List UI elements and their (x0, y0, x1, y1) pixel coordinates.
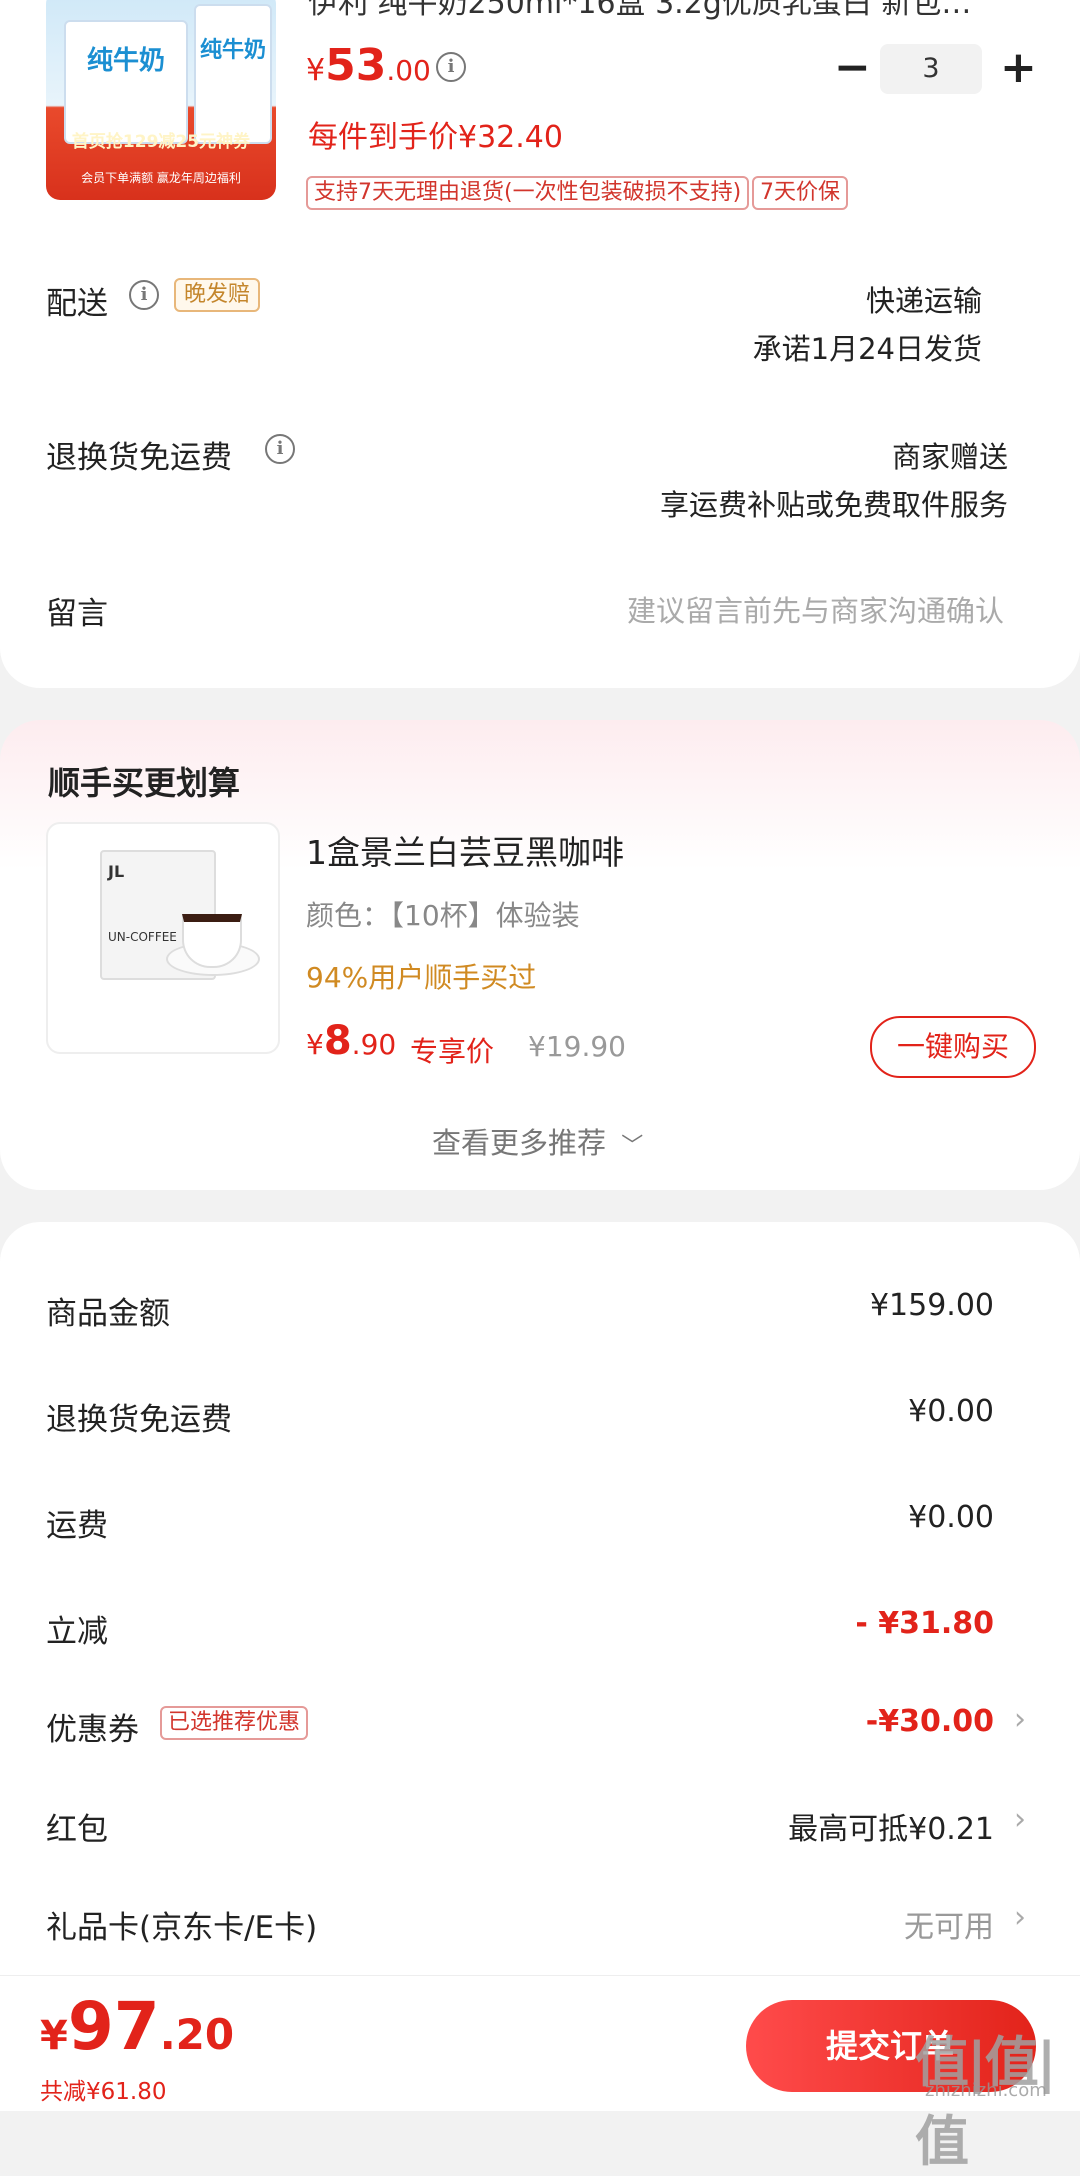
return-shipping-desc: 享运费补贴或免费取件服务 (659, 488, 1008, 522)
price-protect-tag: 7天价保 (752, 176, 848, 210)
info-icon[interactable]: i (129, 280, 159, 310)
return-shipping-value: 商家赠送 (891, 440, 1008, 474)
summary-label-giftcard: 礼品卡(京东卡/E卡) (46, 1910, 318, 1946)
summary-label-redpacket: 红包 (46, 1812, 108, 1848)
recommend-item-name[interactable]: 1盒景兰白芸豆黑咖啡 (306, 826, 624, 874)
more-recommend-label: 查看更多推荐 (432, 1126, 607, 1160)
total-integer: 97 (67, 1988, 160, 2065)
final-price: 每件到手价¥32.40 (308, 120, 563, 155)
price-decimal: .90 (351, 1028, 397, 1061)
product-image[interactable]: 纯牛奶 纯牛奶 首页抢129减25元神券 会员下单满额 赢龙年周边福利 (46, 0, 276, 200)
return-shipping-label: 退换货免运费 (46, 440, 232, 476)
price-symbol: ¥ (306, 53, 326, 88)
price-decimal: .00 (386, 54, 431, 87)
return-policy-tag: 支持7天无理由退货(一次性包装破损不支持) (306, 176, 750, 210)
one-click-buy-button[interactable]: 一键购买 (870, 1016, 1036, 1078)
chevron-down-icon: ﹀ (621, 1134, 644, 1159)
recommend-item-stat: 94%用户顺手买过 (306, 961, 537, 994)
coffee-line-text: UN-COFFEE (108, 930, 177, 944)
watermark-url: zhizhizhi.com (925, 2080, 1047, 2101)
milk-box-graphic-2: 纯牛奶 (194, 4, 272, 144)
minus-icon[interactable]: − (834, 46, 871, 90)
message-input[interactable]: 建议留言前先与商家沟通确认 (627, 588, 1004, 630)
info-icon[interactable]: i (265, 434, 295, 464)
recommend-item-price: ¥8.90 (306, 1018, 396, 1064)
quantity-stepper[interactable]: 3 (880, 44, 982, 94)
image-banner-text: 首页抢129减25元神券 (71, 132, 251, 152)
price-symbol: ¥ (306, 1028, 324, 1061)
summary-label-goods: 商品金额 (46, 1296, 170, 1332)
summary-value-goods: ¥159.00 (869, 1288, 994, 1323)
summary-label-discount: 立减 (46, 1614, 108, 1650)
order-total: ¥97.20 (40, 1988, 234, 2065)
late-compensation-badge: 晚发赔 (174, 278, 261, 312)
image-banner-subtext: 会员下单满额 赢龙年周边福利 (81, 171, 241, 185)
summary-label-coupon: 优惠券 (46, 1712, 139, 1748)
summary-value-discount: - ¥31.80 (855, 1606, 994, 1641)
order-info-card: 纯牛奶 纯牛奶 首页抢129减25元神券 会员下单满额 赢龙年周边福利 伊利 纯… (0, 0, 1080, 688)
exclusive-price-tag: 专享价 (410, 1035, 495, 1068)
coupon-recommended-badge: 已选推荐优惠 (160, 1706, 309, 1740)
summary-value-redpacket[interactable]: 最高可抵¥0.21 (788, 1804, 994, 1848)
coffee-cup-graphic (182, 914, 242, 968)
milk-box-graphic: 纯牛奶 (64, 20, 188, 144)
chevron-right-icon[interactable]: › (1014, 1802, 1026, 1837)
plus-icon[interactable]: + (1000, 46, 1037, 90)
message-label: 留言 (46, 596, 108, 632)
info-icon[interactable]: i (436, 52, 466, 82)
more-recommend-link[interactable]: 查看更多推荐 ﹀ (432, 1120, 643, 1162)
product-price: ¥53.00 (306, 40, 431, 91)
recommend-item-spec: 颜色：【10杯】体验装 (306, 899, 580, 932)
chevron-right-icon[interactable]: › (1014, 1900, 1026, 1935)
recommend-title: 顺手买更划算 (48, 764, 241, 802)
milk-box-text-2: 纯牛奶 (199, 38, 266, 63)
summary-value-return-shipping: ¥0.00 (908, 1394, 994, 1429)
original-price: ¥19.90 (528, 1030, 626, 1063)
summary-value-coupon[interactable]: -¥30.00 (866, 1704, 994, 1739)
milk-box-text: 纯牛奶 (86, 46, 165, 76)
delivery-method[interactable]: 快递运输 (866, 278, 982, 320)
summary-value-giftcard[interactable]: 无可用 (904, 1902, 994, 1946)
price-integer: 53 (325, 40, 387, 91)
total-saved: 共减¥61.80 (40, 2079, 167, 2105)
delivery-promise: 承诺1月24日发货 (752, 332, 982, 366)
summary-value-shipping: ¥0.00 (908, 1500, 994, 1535)
chevron-right-icon[interactable]: › (1014, 1702, 1026, 1737)
summary-label-shipping: 运费 (46, 1508, 108, 1544)
total-decimal: .20 (159, 2010, 235, 2059)
summary-label-return-shipping: 退换货免运费 (46, 1402, 232, 1438)
total-symbol: ¥ (40, 2013, 68, 2059)
recommend-item-image[interactable]: JL UN-COFFEE (46, 822, 280, 1054)
delivery-label: 配送 (46, 286, 108, 322)
coffee-brand-text: JL (108, 862, 125, 881)
product-title[interactable]: 伊利 纯牛奶250ml*16盒 3.2g优质乳蛋白 新包… (308, 0, 1028, 22)
price-integer: 8 (323, 1018, 352, 1064)
